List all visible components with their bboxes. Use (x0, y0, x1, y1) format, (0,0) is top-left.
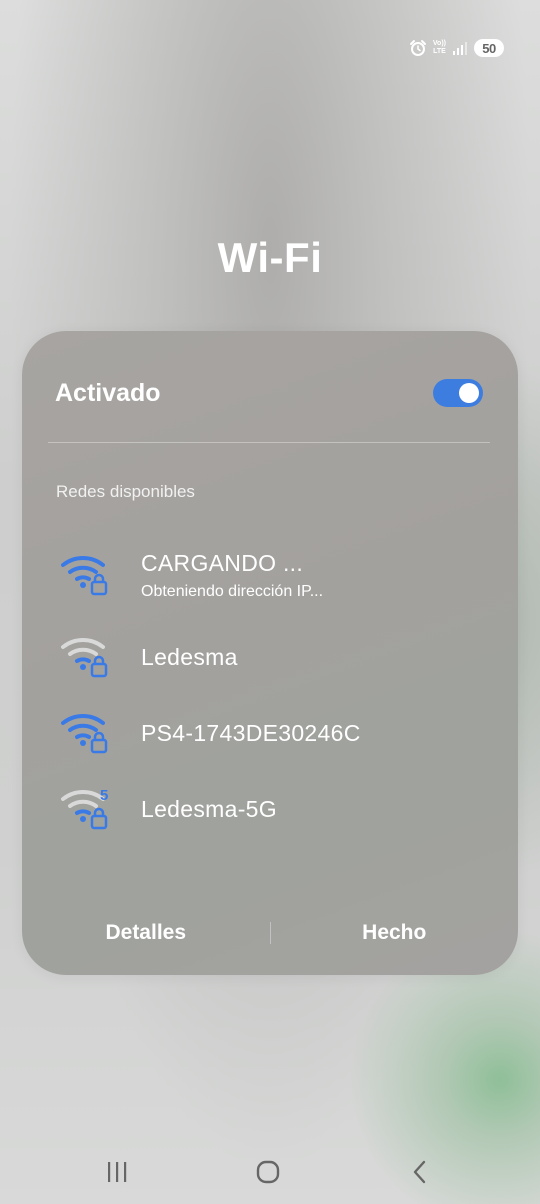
network-item-ps4[interactable]: PS4-1743DE30246C (60, 695, 490, 771)
wifi-toggle-switch[interactable] (433, 379, 483, 407)
network-text: CARGANDO ... Obteniendo dirección IP... (141, 550, 323, 601)
wifi-toggle-row[interactable]: Activado (55, 373, 485, 413)
network-status: Obteniendo dirección IP... (141, 582, 324, 600)
network-item-ledesma[interactable]: Ledesma (60, 619, 490, 695)
network-item-ledesma-5g[interactable]: 5 Ledesma-5G (60, 771, 490, 847)
alarm-icon (409, 39, 427, 57)
panel-footer: Detalles Hecho (22, 911, 518, 955)
navigation-bar (0, 1140, 540, 1204)
signal-icon (452, 41, 468, 55)
network-item-cargando[interactable]: CARGANDO ... Obteniendo dirección IP... (60, 531, 490, 619)
volte-bottom-text: LTE (433, 48, 446, 55)
details-button[interactable]: Detalles (22, 921, 270, 945)
network-text: Ledesma (141, 644, 238, 671)
page-title: Wi-Fi (217, 234, 323, 281)
band-label: 5 (100, 787, 108, 804)
network-name: Ledesma (141, 643, 238, 670)
network-list: CARGANDO ... Obteniendo dirección IP... … (60, 531, 490, 847)
network-text: PS4-1743DE30246C (141, 720, 361, 747)
wifi-toggle-label: Activado (55, 378, 161, 407)
back-icon[interactable] (400, 1160, 440, 1184)
wifi-secured-icon (60, 634, 112, 680)
wifi-secured-icon (60, 552, 112, 598)
network-name: Ledesma-5G (141, 795, 277, 822)
volte-top-text: Vo)) (432, 40, 446, 47)
network-name: CARGANDO ... (141, 549, 304, 576)
wifi-secured-icon (60, 710, 112, 756)
network-name: PS4-1743DE30246C (141, 719, 361, 746)
wifi-panel: Activado Redes disponibles CARGANDO ... (22, 331, 518, 975)
status-bar: Vo)) LTE 50 (409, 38, 504, 58)
network-text: Ledesma-5G (141, 796, 277, 823)
done-button[interactable]: Hecho (271, 921, 519, 945)
wifi-5g-secured-icon: 5 (60, 786, 112, 832)
battery-indicator: 50 (474, 39, 504, 57)
recents-icon[interactable] (97, 1160, 137, 1184)
home-icon[interactable] (248, 1160, 288, 1184)
divider (48, 442, 490, 443)
volte-lte-icon: Vo)) LTE (433, 40, 446, 56)
available-networks-title: Redes disponibles (56, 482, 195, 501)
switch-knob (459, 383, 479, 403)
